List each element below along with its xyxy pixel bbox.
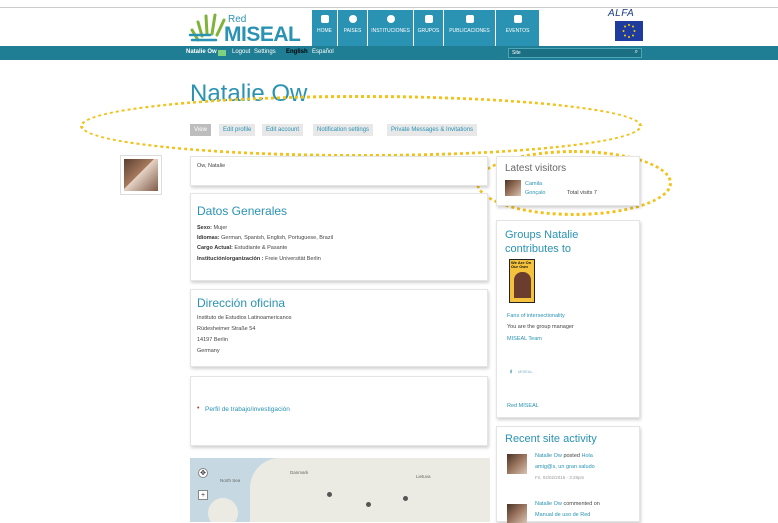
activity-post-link[interactable]: Hola xyxy=(581,453,592,459)
display-name: Ow, Natalie xyxy=(197,163,226,169)
nav-publicaciones-label: PUBLICACIONES xyxy=(449,28,490,34)
alfa-text: ALFA xyxy=(608,8,635,19)
idiomas-value: German, Spanish, English, Portuguese, Br… xyxy=(221,235,334,241)
search-scope-select[interactable]: Site xyxy=(512,50,521,56)
oficina-line-2: Rüdesheimer Straße 54 xyxy=(197,326,256,332)
logo-miseal-text: MISEAL xyxy=(224,23,301,46)
map-zoom-in-button[interactable]: + xyxy=(198,490,208,500)
espanol-link[interactable]: Español xyxy=(312,49,334,55)
map-marker[interactable] xyxy=(327,492,332,497)
activity-verb: posted xyxy=(563,453,580,459)
visitor-name-first[interactable]: Camila xyxy=(525,181,542,187)
name-card: Ow, Natalie xyxy=(190,156,488,186)
document-icon xyxy=(465,15,474,23)
sexo-label: Sexo: xyxy=(197,225,212,231)
miseal-small-logo[interactable]: ◐ MISEAL xyxy=(509,366,543,376)
idiomas-label: Idiomas: xyxy=(197,235,220,241)
nav-instituciones-label: INSTITUCIONES xyxy=(371,28,410,34)
activity-avatar[interactable] xyxy=(507,454,527,474)
perfil-trabajo-link[interactable]: Perfil de trabajo/investigación xyxy=(205,406,290,413)
oficina-line-1: Instituto de Estudios Latinoamericanos xyxy=(197,315,292,321)
visitor-name-last[interactable]: Gonçalo xyxy=(525,190,546,196)
calendar-icon xyxy=(513,15,522,23)
nav-eventos-label: EVENTOS xyxy=(505,28,530,34)
activity-verb-2: commented on xyxy=(563,501,600,507)
messages-icon[interactable] xyxy=(218,50,226,56)
latest-visitors-block: Latest visitors Camila Gonçalo Total vis… xyxy=(496,156,640,206)
miseal-logo[interactable]: Red MISEAL xyxy=(188,10,308,46)
home-icon xyxy=(320,15,329,23)
group-red-miseal-link[interactable]: Red MISEAL xyxy=(507,403,539,409)
sexo-value: Mujer xyxy=(213,225,228,231)
search-icon[interactable]: ⌕ xyxy=(635,49,638,56)
search-box[interactable]: Site ⌕ xyxy=(508,48,642,58)
perfil-card: • Perfil de trabajo/investigación xyxy=(190,376,488,446)
map-label-lietuva: Lietuva xyxy=(416,474,431,479)
datos-heading: Datos Generales xyxy=(197,204,288,218)
oficina-line-3: 14197 Berlin xyxy=(197,337,228,343)
map-label-denmark: Danmark xyxy=(290,470,309,475)
nav-home-label: HOME xyxy=(317,28,332,34)
institucion-value: Freie Universität Berlin xyxy=(265,256,321,262)
small-logo-text: MISEAL xyxy=(518,369,533,374)
recent-activity-block: Recent site activity Natalie Ow posted H… xyxy=(496,426,640,523)
eu-flag-icon xyxy=(615,21,643,41)
total-visits: Total visits 7 xyxy=(567,190,597,196)
globe-icon xyxy=(348,15,357,23)
cargo-value: Estudiante & Pasante xyxy=(234,245,288,251)
highlight-ring-tabs xyxy=(80,95,642,157)
groups-block: Groups Natalie contributes to We Are On … xyxy=(496,220,640,418)
groups-heading-2: contributes to xyxy=(505,243,572,255)
user-toolbar: Natalie Ow Logout Settings English Españ… xyxy=(0,46,778,60)
visitors-heading: Latest visitors xyxy=(505,163,567,174)
nav-publicaciones[interactable]: PUBLICACIONES xyxy=(444,10,496,46)
datos-generales-card: Datos Generales Sexo: Mujer Idiomas: Ger… xyxy=(190,193,488,281)
top-divider xyxy=(0,0,778,8)
username-link[interactable]: Natalie Ow xyxy=(186,49,217,55)
direccion-oficina-card: Dirección oficina Instituto de Estudios … xyxy=(190,289,488,367)
nav-paises-label: PAISES xyxy=(343,28,362,34)
map-pan-control[interactable]: ✥ xyxy=(198,468,208,478)
group-book-cover[interactable]: We Are On Our Own xyxy=(509,259,535,303)
activity-user-link[interactable]: Natalie Ow xyxy=(535,453,562,459)
activity-post-link-2[interactable]: amig@s, un gran saludo xyxy=(535,464,595,470)
map-label-north-sea: North Sea xyxy=(220,478,241,483)
visitor-avatar[interactable] xyxy=(505,180,521,196)
institucion-label: Institución/organización : xyxy=(197,256,264,262)
activity-avatar-2[interactable] xyxy=(507,504,527,523)
english-link[interactable]: English xyxy=(286,49,308,55)
map-marker[interactable] xyxy=(366,502,371,507)
group-manager-note: You are the group manager xyxy=(507,324,574,330)
site-header: Red MISEAL HOME PAISES INSTITUCIONES GRU… xyxy=(0,8,778,46)
map-marker[interactable] xyxy=(403,496,408,501)
institution-icon xyxy=(386,15,395,23)
location-map[interactable]: ✥ + North Sea Danmark Lietuva xyxy=(190,458,490,522)
activity-heading: Recent site activity xyxy=(505,433,597,445)
book-cover-text: We Are On Our Own xyxy=(511,260,532,269)
nav-instituciones[interactable]: INSTITUCIONES xyxy=(368,10,414,46)
nav-grupos[interactable]: GRUPOS xyxy=(414,10,444,46)
nav-paises[interactable]: PAISES xyxy=(338,10,368,46)
activity-manual-link[interactable]: Manual de uso de Red xyxy=(535,512,590,518)
activity-user-link-2[interactable]: Natalie Ow xyxy=(535,501,562,507)
oficina-line-4: Germany xyxy=(197,348,220,354)
group-miseal-team-link[interactable]: MISEAL Team xyxy=(507,336,542,342)
group-intersectionality-link[interactable]: Fans of intersectionality xyxy=(507,313,565,319)
oficina-heading: Dirección oficina xyxy=(197,296,286,310)
profile-avatar xyxy=(120,155,162,195)
logout-link[interactable]: Logout xyxy=(232,49,250,55)
activity-date: Fri, 02/02/2016 - 3:29pm xyxy=(535,475,585,480)
settings-link[interactable]: Settings xyxy=(254,49,276,55)
groups-heading-1: Groups Natalie xyxy=(505,229,579,241)
cargo-label: Cargo Actual: xyxy=(197,245,233,251)
nav-eventos[interactable]: EVENTOS xyxy=(496,10,540,46)
group-icon xyxy=(424,15,433,23)
nav-home[interactable]: HOME xyxy=(312,10,338,46)
nav-grupos-label: GRUPOS xyxy=(417,28,440,34)
bullet-icon: • xyxy=(197,405,200,412)
